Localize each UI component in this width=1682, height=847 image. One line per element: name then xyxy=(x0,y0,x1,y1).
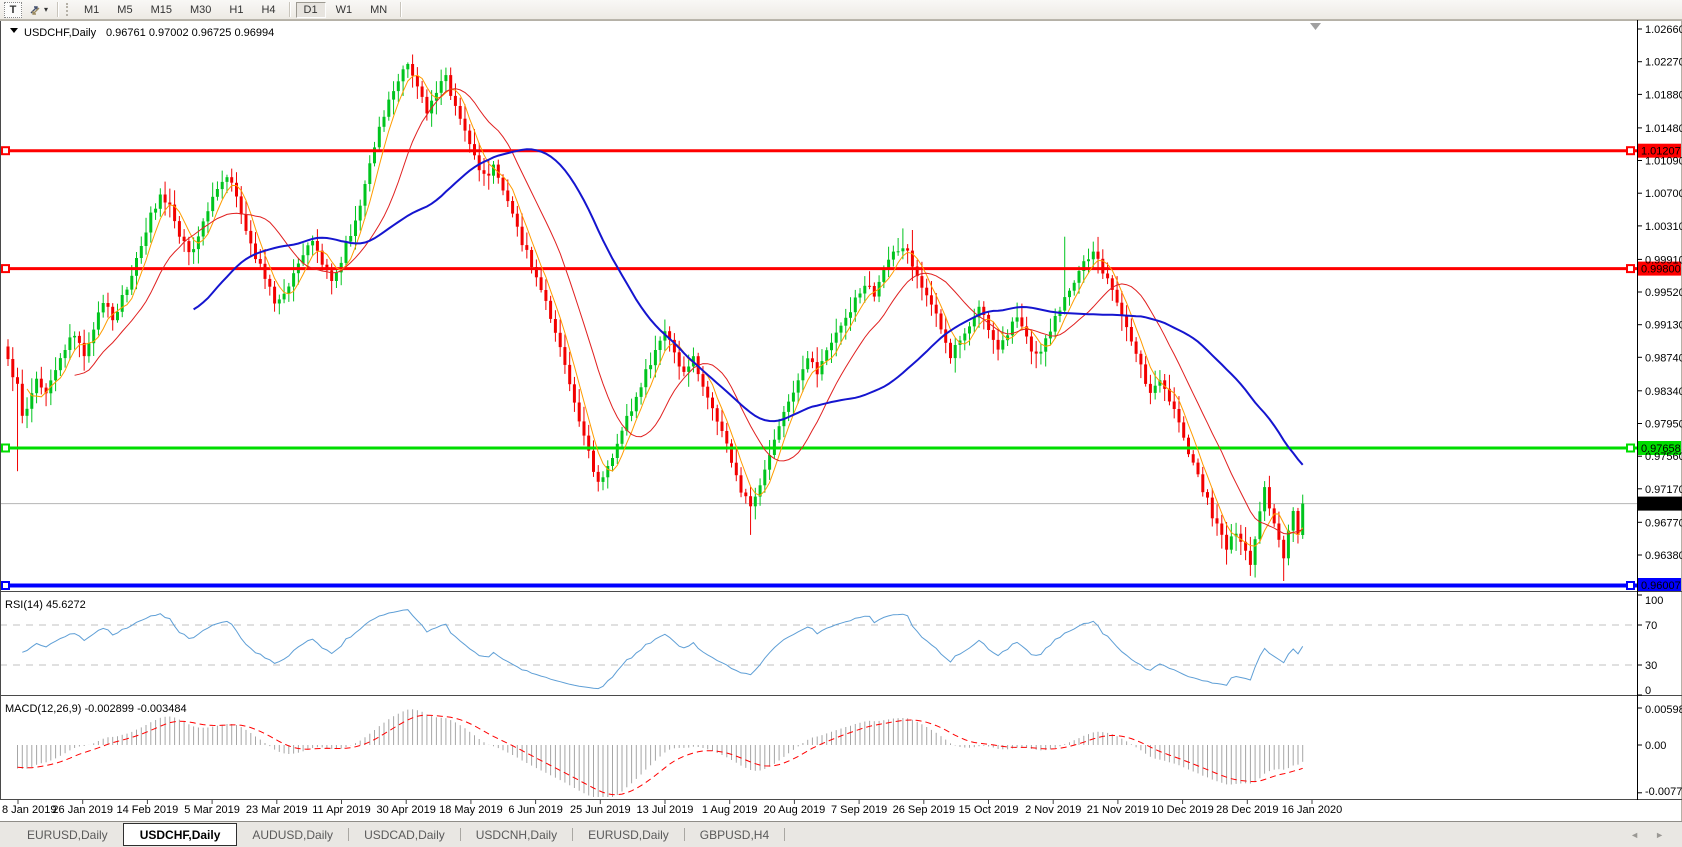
price-tick-label: 0.96770 xyxy=(1645,517,1682,529)
date-tick-label: 13 Jul 2019 xyxy=(637,804,694,816)
date-tick-label: 25 Jun 2019 xyxy=(570,804,631,816)
timeframe-h4-button[interactable]: H4 xyxy=(253,2,283,18)
svg-text:0.96007: 0.96007 xyxy=(1641,580,1681,592)
tab-gbpusd-h4[interactable]: GBPUSD,H4 xyxy=(685,823,784,847)
toolbar-separator xyxy=(289,2,291,17)
date-tick-label: 18 May 2019 xyxy=(439,804,503,816)
price-tick-label: 1.00700 xyxy=(1645,188,1682,200)
macd-tick-label: 0.00 xyxy=(1645,740,1666,752)
date-tick-label: 26 Jan 2019 xyxy=(52,804,113,816)
date-tick-label: 23 Mar 2019 xyxy=(246,804,308,816)
tab-usdcad-daily[interactable]: USDCAD,Daily xyxy=(349,823,460,847)
tab-usdchf-daily[interactable]: USDCHF,Daily xyxy=(123,823,238,846)
tab-eurusd-daily-1[interactable]: EURUSD,Daily xyxy=(12,823,123,847)
date-tick-label: 1 Aug 2019 xyxy=(702,804,758,816)
macd-tick-label: 0.005986 xyxy=(1645,704,1682,716)
level-price-label: 0.96007 xyxy=(1638,578,1682,592)
timeframe-d1-button[interactable]: D1 xyxy=(296,2,326,18)
toolbar: T ▾ M1 M5 M15 M30 H1 H4 D1 W1 MN xyxy=(0,0,1682,20)
text-tool-button[interactable]: T xyxy=(4,2,22,18)
date-tick-label: 28 Dec 2019 xyxy=(1216,804,1278,816)
tab-scroll-left-icon[interactable]: ◄ xyxy=(1630,830,1639,840)
price-tick-label: 1.01090 xyxy=(1645,156,1682,168)
price-tick-label: 1.02270 xyxy=(1645,57,1682,69)
chart-background xyxy=(0,20,1682,821)
toolbar-grip-handle[interactable] xyxy=(66,3,70,16)
date-tick-label: 10 Dec 2019 xyxy=(1151,804,1213,816)
price-tick-label: 0.97170 xyxy=(1645,484,1682,496)
date-tick-label: 2 Nov 2019 xyxy=(1025,804,1081,816)
date-tick-label: 30 Apr 2019 xyxy=(377,804,436,816)
price-tick-label: 1.01880 xyxy=(1645,89,1682,101)
price-tick-label: 0.97560 xyxy=(1645,451,1682,463)
svg-text:0.96994: 0.96994 xyxy=(1641,499,1681,511)
price-tick-label: 0.98340 xyxy=(1645,386,1682,398)
timeframe-h1-button[interactable]: H1 xyxy=(221,2,251,18)
macd-label: MACD(12,26,9) -0.002899 -0.003484 xyxy=(5,703,187,715)
date-tick-label: 26 Sep 2019 xyxy=(893,804,955,816)
chart-canvas[interactable]: 1.012070.998000.976580.96007USDCHF,Daily… xyxy=(0,20,1682,821)
price-tick-label: 0.99520 xyxy=(1645,287,1682,299)
timeframe-m30-button[interactable]: M30 xyxy=(182,2,219,18)
date-tick-label: 20 Aug 2019 xyxy=(764,804,826,816)
date-tick-label: 5 Mar 2019 xyxy=(184,804,240,816)
tab-usdcnh-daily[interactable]: USDCNH,Daily xyxy=(461,823,572,847)
price-tick-label: 1.02660 xyxy=(1645,24,1682,36)
date-tick-label: 7 Sep 2019 xyxy=(831,804,887,816)
price-tick-label: 1.00310 xyxy=(1645,221,1682,233)
tab-eurusd-daily-2[interactable]: EURUSD,Daily xyxy=(573,823,684,847)
rsi-tick-label: 100 xyxy=(1645,595,1663,607)
chart-title: USDCHF,Daily xyxy=(24,27,97,39)
tab-scroll-right-icon[interactable]: ► xyxy=(1655,830,1664,840)
rsi-tick-label: 70 xyxy=(1645,620,1657,632)
date-tick-label: 14 Feb 2019 xyxy=(117,804,179,816)
date-tick-label: 8 Jan 2019 xyxy=(2,804,56,816)
price-tick-label: 0.96380 xyxy=(1645,550,1682,562)
toolbar-separator xyxy=(400,2,402,17)
quote-ohlc-row: 0.96761 0.97002 0.96725 0.96994 xyxy=(106,27,274,39)
chevron-down-icon: ▾ xyxy=(44,5,48,14)
rsi-label: RSI(14) 45.6272 xyxy=(5,599,86,611)
toolbar-separator xyxy=(57,2,59,17)
date-tick-label: 21 Nov 2019 xyxy=(1087,804,1149,816)
timeframe-w1-button[interactable]: W1 xyxy=(328,2,361,18)
tab-separator xyxy=(784,828,785,841)
date-tick-label: 15 Oct 2019 xyxy=(959,804,1019,816)
crosshair-tool-button[interactable]: ▾ xyxy=(24,2,52,18)
date-tick-label: 11 Apr 2019 xyxy=(312,804,371,816)
price-tick-label: 1.01480 xyxy=(1645,123,1682,135)
date-tick-label: 6 Jun 2019 xyxy=(508,804,562,816)
timeframe-m1-button[interactable]: M1 xyxy=(76,2,107,18)
macd-tick-label: -0.007737 xyxy=(1645,786,1682,798)
price-tick-label: 0.97950 xyxy=(1645,419,1682,431)
diagonal-arrows-icon xyxy=(28,3,42,17)
timeframe-m5-button[interactable]: M5 xyxy=(109,2,140,18)
timeframe-m15-button[interactable]: M15 xyxy=(143,2,180,18)
timeframe-mn-button[interactable]: MN xyxy=(362,2,395,18)
current-price-label: 0.96994 xyxy=(1638,497,1682,511)
rsi-tick-label: 30 xyxy=(1645,660,1657,672)
price-tick-label: 0.99130 xyxy=(1645,320,1682,332)
symbol-tab-bar: EURUSD,Daily USDCHF,Daily AUDUSD,Daily U… xyxy=(0,821,1682,847)
date-tick-label: 16 Jan 2020 xyxy=(1282,804,1343,816)
rsi-tick-label: 0 xyxy=(1645,685,1651,697)
price-tick-label: 0.99910 xyxy=(1645,254,1682,266)
tab-audusd-daily[interactable]: AUDUSD,Daily xyxy=(237,823,348,847)
price-tick-label: 0.98740 xyxy=(1645,352,1682,364)
